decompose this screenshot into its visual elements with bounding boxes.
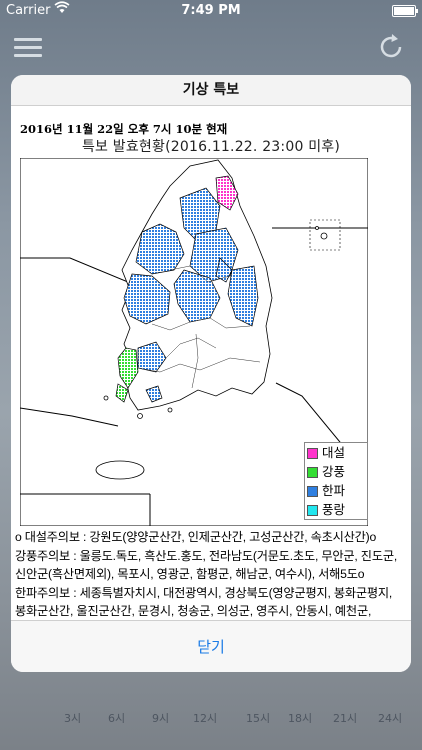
close-button[interactable]: 닫기: [11, 621, 411, 672]
axis-label: 3시: [64, 712, 82, 725]
legend-label: 대설: [322, 445, 346, 460]
axis-label: 12시: [193, 712, 218, 725]
dialog-title: 기상 특보: [11, 75, 411, 106]
legend-swatch: [307, 505, 318, 516]
legend-item: 강풍: [305, 462, 367, 481]
legend-item: 대설: [305, 443, 367, 462]
legend-swatch: [307, 448, 318, 459]
legend-label: 한파: [322, 483, 346, 498]
background-time-axis: 3시 6시 9시 12시 15시 18시 21시 24시: [0, 708, 422, 726]
axis-label: 9시: [152, 712, 170, 725]
menu-icon[interactable]: [14, 38, 42, 58]
battery-icon: [392, 5, 418, 17]
weather-warning-dialog: 기상 특보 2016년 11월 22일 오후 7시 10분 현재 특보 발효현황…: [11, 75, 411, 672]
refresh-icon[interactable]: [376, 32, 406, 62]
legend-item: 풍랑: [305, 500, 367, 519]
axis-label: 15시: [246, 712, 271, 725]
map-legend: 대설 강풍 한파 풍랑: [304, 442, 368, 520]
warning-description: o 대설주의보 : 강원도(양양군산간, 인제군산간, 고성군산간, 속초시산간…: [15, 530, 398, 619]
status-bar: Carrier 7:49 PM: [0, 0, 422, 22]
legend-label: 강풍: [322, 464, 346, 479]
report-time: 2016년 11월 22일 오후 7시 10분 현재: [20, 122, 228, 136]
dialog-content[interactable]: 2016년 11월 22일 오후 7시 10분 현재 특보 발효현황(2016.…: [11, 106, 411, 620]
dialog-footer: 닫기: [11, 620, 411, 672]
axis-label: 24시: [378, 712, 403, 725]
map-title: 특보 발효현황(2016.11.22. 23:00 미후): [81, 139, 341, 155]
axis-label: 18시: [288, 712, 313, 725]
legend-item: 한파: [305, 481, 367, 500]
legend-swatch: [307, 467, 318, 478]
legend-label: 풍랑: [322, 502, 346, 517]
axis-label: 21시: [333, 712, 358, 725]
legend-swatch: [307, 486, 318, 497]
axis-label: 6시: [108, 712, 126, 725]
clock: 7:49 PM: [181, 3, 241, 18]
